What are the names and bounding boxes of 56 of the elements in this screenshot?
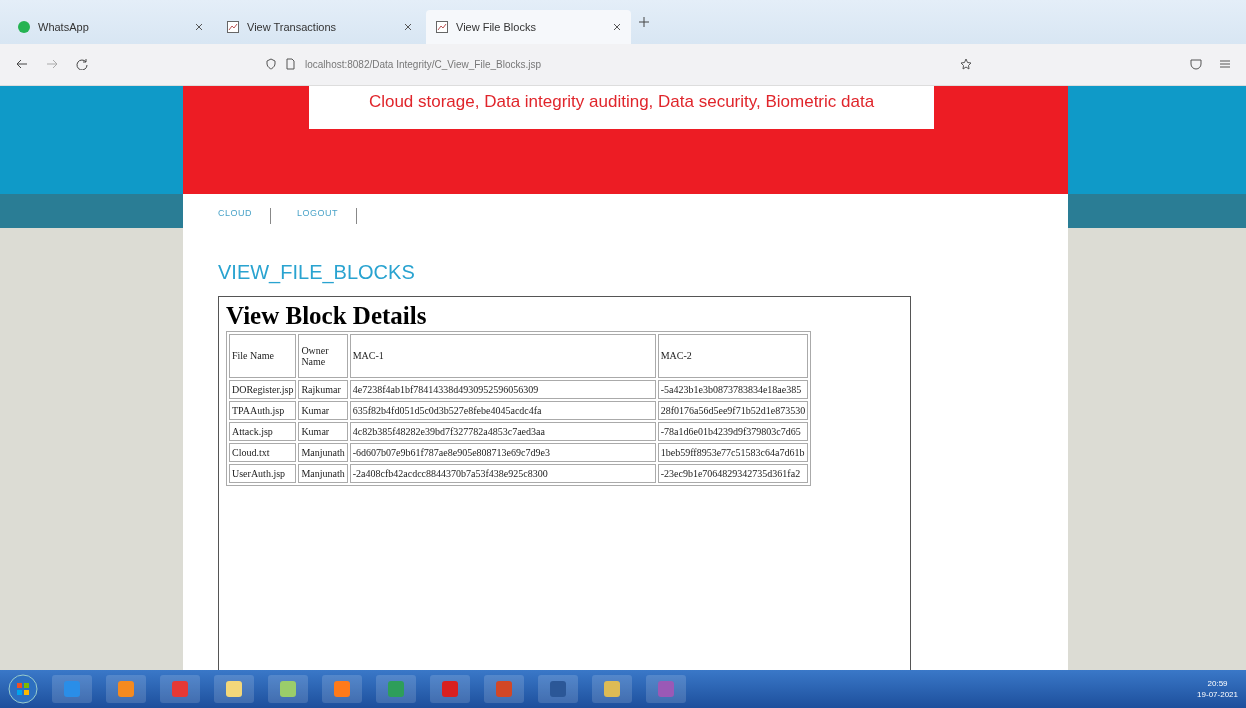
- shield-icon: [266, 58, 276, 71]
- table-cell: UserAuth.jsp: [229, 463, 297, 483]
- close-icon[interactable]: [195, 22, 203, 31]
- table-cell: 1beb59ff8953e77c51583c64a7d61b: [657, 442, 809, 462]
- taskbar-app-icon[interactable]: [538, 675, 578, 703]
- taskbar-app-icon[interactable]: [214, 675, 254, 703]
- table-cell: TPAAuth.jsp: [229, 400, 297, 420]
- pocket-icon[interactable]: [1190, 58, 1202, 70]
- column-header: Owner Name: [298, 333, 348, 378]
- taskbar-app-icon[interactable]: [106, 675, 146, 703]
- close-icon[interactable]: [613, 22, 621, 31]
- table-cell: DORegister.jsp: [229, 379, 297, 399]
- page-icon: [286, 58, 295, 71]
- page-icon: [227, 20, 239, 33]
- star-icon[interactable]: [960, 58, 972, 71]
- table-cell: Rajkumar: [298, 379, 348, 399]
- page-icon: [436, 20, 448, 33]
- table-cell: Manjunath: [298, 442, 348, 462]
- table-cell: Manjunath: [298, 463, 348, 483]
- table-cell: Attack.jsp: [229, 421, 297, 441]
- browser-tab[interactable]: View Transactions: [217, 9, 422, 44]
- clock-text: 20:59 19-07-2021: [1197, 678, 1238, 700]
- taskbar-app-icon[interactable]: [592, 675, 632, 703]
- table-cell: -6d607b07e9b61f787ae8e905e808713e69c7d9e3: [349, 442, 656, 462]
- table-cell: 28f0176a56d5ee9f71b52d1e873530: [657, 400, 809, 420]
- table-cell: -23ec9b1e7064829342735d361fa2: [657, 463, 809, 483]
- table-cell: Kumar: [298, 400, 348, 420]
- table-cell: -2a408cfb42acdcc8844370b7a53f438e925c8300: [349, 463, 656, 483]
- page-heading: VIEW_FILE_BLOCKS: [218, 260, 416, 284]
- table-cell: 635f82b4fd051d5c0d3b527e8febe4045acdc4fa: [349, 400, 656, 420]
- browser-tab[interactable]: WhatsApp: [8, 9, 213, 44]
- table-cell: Cloud.txt: [229, 442, 297, 462]
- column-header: MAC-1: [349, 333, 656, 378]
- table-cell: 4e7238f4ab1bf78414338d4930952596056309: [349, 379, 656, 399]
- table-cell: Kumar: [298, 421, 348, 441]
- forward-icon[interactable]: [46, 59, 58, 70]
- table-title: View Block Details: [226, 300, 428, 331]
- close-icon[interactable]: [404, 22, 412, 31]
- browser-tab[interactable]: View File Blocks: [426, 9, 631, 44]
- taskbar-app-icon[interactable]: [322, 675, 362, 703]
- table-cell: -5a423b1e3b0873783834e18ae385: [657, 379, 809, 399]
- banner-text: Cloud storage, Data integrity auditing, Data security, Biometric data: [309, 85, 934, 129]
- column-header: MAC-2: [657, 333, 809, 378]
- column-header: File Name: [229, 333, 297, 378]
- taskbar-app-icon[interactable]: [268, 675, 308, 703]
- reload-icon[interactable]: [76, 58, 88, 71]
- new-tab-icon[interactable]: [639, 16, 649, 27]
- taskbar-app-icon[interactable]: [430, 675, 470, 703]
- taskbar-app-icon[interactable]: [52, 675, 92, 703]
- start-icon[interactable]: [8, 674, 38, 704]
- table-cell: 4c82b385f48282e39bd7f327782a4853c7aed3aa: [349, 421, 656, 441]
- taskbar-app-icon[interactable]: [376, 675, 416, 703]
- table-cell: -78a1d6e01b4239d9f379803c7d65: [657, 421, 809, 441]
- menu-icon[interactable]: [1220, 60, 1230, 69]
- url-field[interactable]: localhost:8082/Data Integrity/C_View_File_Blocks.jsp: [305, 58, 542, 70]
- back-icon[interactable]: [16, 59, 28, 70]
